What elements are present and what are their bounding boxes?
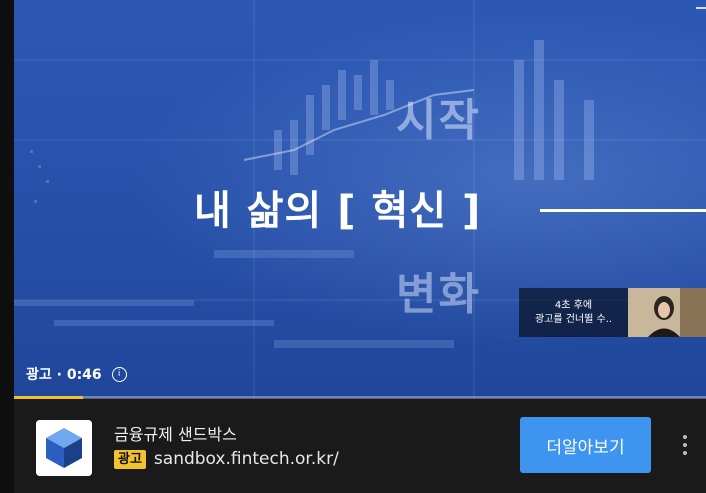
ad-info-bar: 금융규제 샌드박스 광고 sandbox.fintech.or.kr/ 더알아보… [14,399,706,493]
more-vert-icon[interactable] [674,429,696,461]
ad-badge: 광고 [114,449,146,469]
video-player[interactable]: 시작 내 삶의 [ 혁신 ] 변화 4초 후에 광고를 건너뛸 수.. 광고 ·… [14,0,706,398]
headline-line [540,209,706,212]
ad-url[interactable]: sandbox.fintech.or.kr/ [154,449,339,469]
info-icon[interactable]: i [111,366,127,382]
skip-countdown-line2: 광고를 건너뛸 수.. [534,313,613,325]
ad-time-label: 광고 · 0:46 i [26,364,127,384]
ad-url-row[interactable]: 광고 sandbox.fintech.or.kr/ [114,449,339,469]
slogan-top: 시작 [396,95,481,146]
cube-logo-icon[interactable] [36,420,92,476]
headline: 내 삶의 [ 혁신 ] [194,188,482,234]
advertiser-name[interactable]: 금융규제 샌드박스 [114,421,237,445]
skip-ad-countdown[interactable]: 4초 후에 광고를 건너뛸 수.. [519,288,706,337]
next-video-thumbnail [628,288,706,337]
learn-more-button[interactable]: 더알아보기 [520,417,651,473]
ad-time-text: 광고 · 0:46 [26,367,102,383]
skip-countdown-text: 4초 후에 광고를 건너뛸 수.. [519,288,628,337]
expand-icon[interactable] [690,4,706,26]
skip-countdown-line1: 4초 후에 [554,299,593,311]
slogan-bottom: 변화 [396,269,481,320]
